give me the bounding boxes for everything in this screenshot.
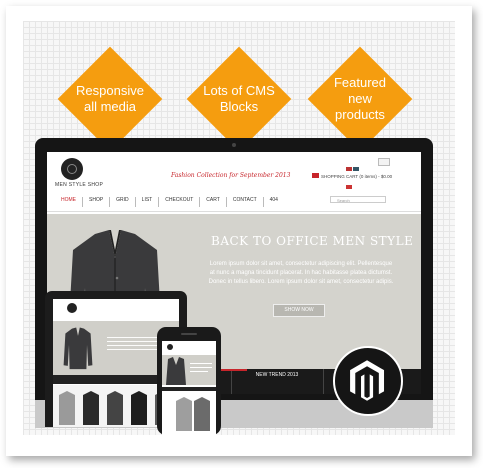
phone-screen [162,341,216,435]
speaker-icon [181,333,197,335]
shop-now-button[interactable]: SHOW NOW [273,304,325,317]
divider [47,211,421,212]
feature-line: Lots of CMS [203,83,275,98]
magento-logo-icon [333,346,403,416]
feature-line: Responsive [76,83,144,98]
main-nav: HOME SHOP GRID LIST CHECKOUT CART CONTAC… [55,197,284,207]
nav-item-home[interactable]: HOME [55,197,83,207]
nav-item-list[interactable]: LIST [136,197,160,207]
shopping-cart-link[interactable]: SHOPPING CART (0 items) - $0.00 [321,174,392,179]
strip-accent [217,369,247,371]
search-input[interactable]: Search [330,196,386,203]
magento-logo-icon [350,360,385,401]
camera-icon [232,143,236,147]
flag-icon[interactable] [346,167,352,171]
nav-item-cart[interactable]: CART [200,197,227,207]
flag-icon[interactable] [346,185,352,189]
banner-text: Lorem ipsum dolor sit amet, consectetur … [208,261,394,285]
feature-line: all media [83,99,137,114]
nav-item-404[interactable]: 404 [264,197,284,207]
shop-name: MEN STYLE SHOP [55,182,104,188]
cardigan-image [63,327,93,370]
cart-icon[interactable] [312,173,319,178]
nav-item-grid[interactable]: GRID [110,197,136,207]
phone-page [162,341,216,435]
photo-frame: Responsive all media Lots of CMS Blocks … [6,6,472,456]
flag-icon[interactable] [353,167,359,171]
language-flags[interactable] [346,158,366,189]
banner-title: BACK TO OFFICE MEN STYLE [211,234,414,248]
shop-tagline: Fashion Collection for September 2013 [171,172,291,179]
shop-logo-icon [67,303,77,313]
phone-device [157,327,221,435]
feature-diamond-responsive: Responsive all media [57,46,163,152]
currency-select[interactable] [378,158,390,166]
feature-line: products [335,107,385,122]
nav-item-contact[interactable]: CONTACT [227,197,264,207]
nav-item-shop[interactable]: SHOP [83,197,111,207]
feature-diamond-cms: Lots of CMS Blocks [186,46,292,152]
shop-logo-icon [61,158,83,180]
feature-diamond-featured: Featured new products [307,46,413,152]
promo-canvas: Responsive all media Lots of CMS Blocks … [23,21,455,435]
feature-line: new [348,91,372,106]
feature-line: Featured [333,75,387,90]
feature-line: Blocks [219,99,259,114]
nav-item-checkout[interactable]: CHECKOUT [159,197,201,207]
strip-cell-new-trend[interactable]: NEW TREND 2013 [231,369,324,394]
